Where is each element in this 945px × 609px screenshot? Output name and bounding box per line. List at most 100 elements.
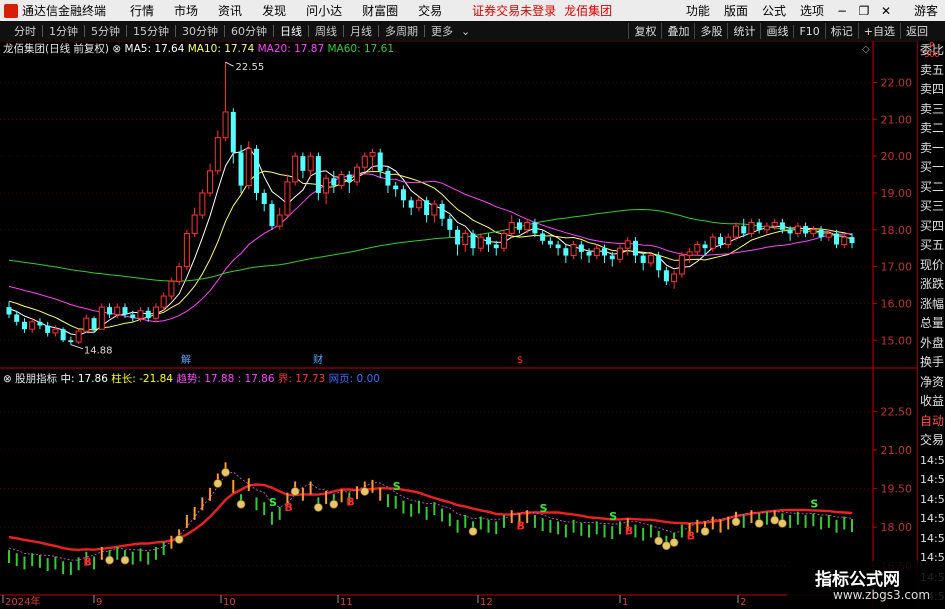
indicator-field: : 17.86 — [238, 373, 278, 385]
period-tab-multi[interactable]: 多周期 — [381, 23, 422, 39]
candle-body-up — [361, 155, 368, 168]
quote-field-label: 买一 — [920, 160, 945, 174]
candle-body-down — [385, 170, 391, 186]
event-mark: 解 — [181, 353, 191, 366]
overlay-button[interactable]: 叠加 — [661, 23, 694, 39]
candle-body-down — [803, 226, 809, 234]
candle-body-down — [6, 307, 12, 315]
candle-body-up — [748, 221, 755, 234]
period-tab-1min[interactable]: 1分钟 — [45, 23, 82, 39]
menu-bar: 通达信金融终端 行情 市场 资讯 发现 问小达 财富圈 交易 证券交易未登录 龙… — [0, 0, 945, 21]
tab-divider — [84, 25, 85, 37]
period-tab-60min[interactable]: 60分钟 — [227, 23, 271, 39]
period-tab-15min[interactable]: 15分钟 — [129, 23, 173, 39]
menu-market[interactable]: 市场 — [164, 2, 208, 19]
app-logo-icon — [4, 3, 18, 18]
mark-button[interactable]: 标记 — [824, 23, 858, 39]
multi-stock-button[interactable]: 多股 — [694, 23, 727, 39]
period-tab-intraday[interactable]: 分时 — [10, 23, 40, 39]
candle-body-up — [199, 192, 206, 216]
candle-body-up — [354, 166, 361, 183]
menu-trade[interactable]: 交易 — [408, 2, 452, 19]
candle-body-down — [656, 255, 662, 271]
ma-legend: MA60: 17.61 — [328, 43, 395, 55]
close-button[interactable]: ✕ — [875, 0, 897, 21]
candle-body-down — [702, 244, 708, 249]
quote-field-label: 总量 — [920, 316, 945, 330]
trade-login-notice[interactable]: 证券交易未登录 — [472, 2, 556, 19]
candle-body-up — [160, 295, 167, 308]
tab-divider — [175, 25, 176, 37]
period-tab-more[interactable]: 更多 — [427, 23, 457, 39]
tab-divider — [224, 25, 225, 37]
candle-body-down — [756, 222, 762, 230]
money-bag-icon — [654, 536, 664, 546]
quote-field-label: 买三 — [920, 199, 945, 213]
menu-layout[interactable]: 版面 — [717, 2, 755, 19]
quote-field-label: 涨跌 — [920, 277, 945, 291]
candle-body-up — [500, 232, 507, 249]
candle-body-down — [424, 200, 430, 216]
candle-body-up — [477, 236, 484, 249]
menu-wealth-circle[interactable]: 财富圈 — [352, 2, 408, 19]
candle-body-up — [83, 317, 90, 332]
money-bag-icon — [754, 519, 764, 528]
candle-body-down — [393, 185, 399, 190]
period-tab-5min[interactable]: 5分钟 — [87, 23, 124, 39]
candle-body-up — [671, 273, 678, 282]
menu-formula[interactable]: 公式 — [755, 2, 793, 19]
candle-body-up — [207, 170, 214, 194]
back-button[interactable]: 返回 — [900, 23, 933, 39]
candle-body-down — [400, 189, 406, 201]
candle-body-up — [725, 236, 732, 246]
money-bag-icon — [290, 487, 300, 496]
kline-chart-area[interactable]: BB BB B BSSSSS 22.0021.0020.0019.0018.0017.… — [0, 41, 917, 609]
x-axis-label: 9 — [96, 597, 102, 608]
period-tab-30min[interactable]: 30分钟 — [178, 23, 222, 39]
high-pointer — [225, 61, 234, 67]
add-watchlist-button[interactable]: +自选 — [857, 23, 900, 39]
candle-body-down — [300, 156, 306, 171]
menu-function[interactable]: 功能 — [679, 2, 717, 19]
f10-button[interactable]: F10 — [793, 24, 824, 38]
adjust-button[interactable]: 复权 — [628, 23, 661, 39]
candle-body-down — [849, 237, 855, 244]
candle-body-up — [307, 155, 314, 172]
candle-body-down — [130, 314, 136, 319]
indicator-name[interactable]: ⊗ 股朋指标 — [3, 372, 60, 385]
candle-body-up — [323, 177, 330, 194]
candle-body-down — [486, 237, 492, 245]
money-bag-icon — [360, 487, 370, 496]
candle-body-up — [114, 306, 121, 315]
menu-ask[interactable]: 问小达 — [296, 2, 352, 19]
candle-body-down — [145, 310, 151, 319]
menu-discover[interactable]: 发现 — [252, 2, 296, 19]
panel-header: R 300 — [920, 41, 944, 59]
candle-body-down — [261, 192, 267, 204]
restore-button[interactable]: ❐ — [853, 0, 875, 21]
draw-line-button[interactable]: 画线 — [760, 23, 793, 39]
period-tab-monthly[interactable]: 月线 — [346, 23, 376, 39]
candle-body-down — [632, 240, 638, 256]
period-tab-weekly[interactable]: 周线 — [311, 23, 341, 39]
chevron-down-icon[interactable]: ⌄ — [457, 25, 474, 38]
y-tick-label: 15.00 — [881, 334, 913, 347]
minimize-button[interactable]: − — [831, 0, 853, 21]
menu-market-quotes[interactable]: 行情 — [120, 2, 164, 19]
trade-option[interactable]: 交易 — [920, 431, 945, 451]
candle-body-down — [238, 152, 244, 186]
candle-body-down — [787, 229, 793, 234]
x-axis-label: 2024年 — [5, 595, 40, 608]
candle-body-up — [810, 229, 817, 234]
period-tab-daily[interactable]: 日线 — [276, 23, 306, 39]
candle-body-up — [52, 328, 59, 334]
indicator-legend-text: ⊗ 股朋指标 中: 17.86 柱长: -21.84 趋势: 17.88 : 1… — [3, 372, 380, 385]
candle-body-up — [284, 181, 291, 216]
menu-news[interactable]: 资讯 — [208, 2, 252, 19]
trade-option[interactable]: 自动 — [920, 412, 945, 432]
sell-signal-s: S — [810, 497, 818, 510]
statistics-button[interactable]: 统计 — [727, 23, 760, 39]
menu-options[interactable]: 选项 — [793, 2, 831, 19]
guest-login[interactable]: 游客 — [907, 2, 945, 19]
stock-label[interactable]: 龙佰集团(日线 前复权) ⊗ — [3, 42, 125, 55]
